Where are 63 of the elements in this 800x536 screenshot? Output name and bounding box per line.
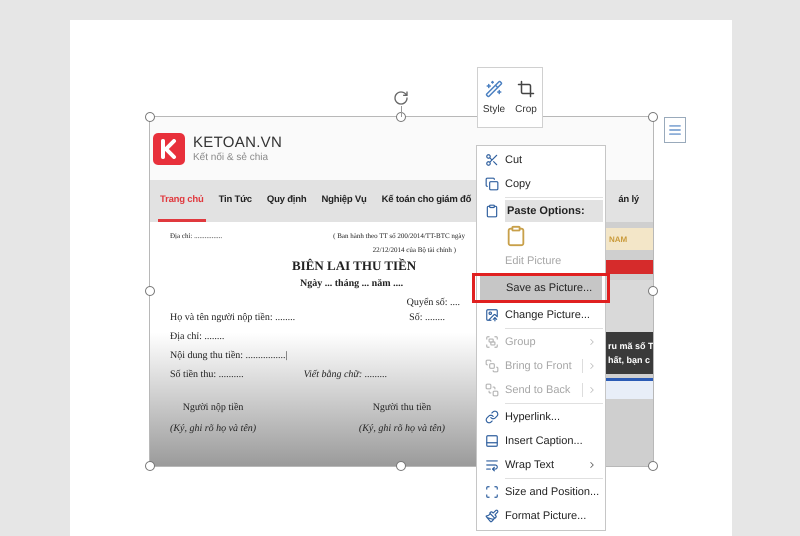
- bring-front-icon: [485, 359, 499, 373]
- doc-text: Người thu tiền: [372, 402, 432, 413]
- photo-placeholder: [606, 280, 653, 332]
- menu-item[interactable]: Change Picture...: [479, 303, 603, 327]
- layout-options-button[interactable]: [664, 117, 686, 143]
- site-title: KETOAN.VN: [193, 134, 282, 151]
- headline-text: hất, bạn c: [607, 355, 652, 365]
- nav-link[interactable]: Quy định: [264, 180, 308, 222]
- resize-handle[interactable]: [145, 461, 155, 471]
- banner-text: NAM: [606, 228, 653, 250]
- paintbrush-icon: [485, 509, 499, 523]
- doc-subtitle: Ngày ... tháng ... năm ....: [300, 278, 404, 289]
- frame-icon: [485, 485, 499, 499]
- layout-options-icon: [668, 123, 682, 137]
- style-icon: [485, 80, 503, 98]
- group-icon: [485, 335, 499, 349]
- resize-handle[interactable]: [396, 461, 406, 471]
- site-tagline: Kết nối & sẻ chia: [193, 152, 270, 163]
- style-button[interactable]: Style: [478, 68, 510, 127]
- menu-item[interactable]: Save as Picture...: [480, 276, 602, 300]
- caption-icon: [485, 434, 499, 448]
- menu-item[interactable]: Hyperlink...: [479, 405, 603, 429]
- doc-text: Viết bằng chữ: .........: [304, 369, 388, 380]
- menu-item[interactable]: Wrap Text: [479, 453, 603, 477]
- resize-handle[interactable]: [145, 112, 155, 122]
- menu-item[interactable]: Copy: [479, 172, 603, 196]
- resize-handle[interactable]: [648, 461, 658, 471]
- headline-text: ru mã số T: [607, 341, 653, 351]
- resize-handle[interactable]: [648, 286, 658, 296]
- nav-link[interactable]: Tin Tức: [216, 180, 254, 222]
- send-back-icon: [485, 383, 499, 397]
- logo-icon: [153, 132, 185, 164]
- doc-text: Số: ........: [409, 312, 445, 323]
- picture-icon: [485, 308, 499, 322]
- paste-option-icon[interactable]: [505, 225, 527, 247]
- nav-link[interactable]: án lý: [616, 180, 641, 222]
- link-icon: [485, 410, 499, 424]
- copy-icon: [485, 177, 499, 191]
- resize-handle[interactable]: [145, 286, 155, 296]
- screenshot-thumbnail: [606, 378, 653, 399]
- doc-text: Họ và tên người nộp tiền: ........: [170, 312, 296, 323]
- resize-handle[interactable]: [648, 112, 658, 122]
- menu-item[interactable]: Size and Position...: [479, 480, 603, 504]
- doc-text: (Ký, ghi rõ họ và tên): [170, 423, 256, 434]
- doc-text: Người nộp tiền: [182, 402, 244, 413]
- doc-text: Quyển số: ....: [406, 297, 460, 308]
- nav-link[interactable]: Kế toán cho giám đố: [380, 180, 474, 222]
- menu-item[interactable]: Insert Caption...: [479, 429, 603, 453]
- doc-text: Địa chỉ: ........: [170, 331, 224, 342]
- rotate-handle-icon[interactable]: [393, 90, 409, 106]
- nav-link[interactable]: Nghiệp Vụ: [319, 180, 369, 222]
- wrap-text-icon: [485, 458, 499, 472]
- menu-section-header: Paste Options:: [505, 200, 603, 222]
- doc-text: Nội dung thu tiền: ................|: [170, 350, 288, 361]
- doc-text: Số tiền thu: ..........: [170, 369, 244, 380]
- crop-button[interactable]: Crop: [510, 68, 542, 127]
- doc-text: (Ký, ghi rõ họ và tên): [358, 423, 445, 434]
- scissors-icon: [485, 153, 499, 167]
- doc-title: BIÊN LAI THU TIỀN: [292, 258, 416, 274]
- clipboard-icon: [485, 204, 499, 218]
- crop-icon: [517, 80, 535, 98]
- menu-item[interactable]: Format Picture...: [479, 504, 603, 528]
- menu-item[interactable]: Cut: [479, 148, 603, 172]
